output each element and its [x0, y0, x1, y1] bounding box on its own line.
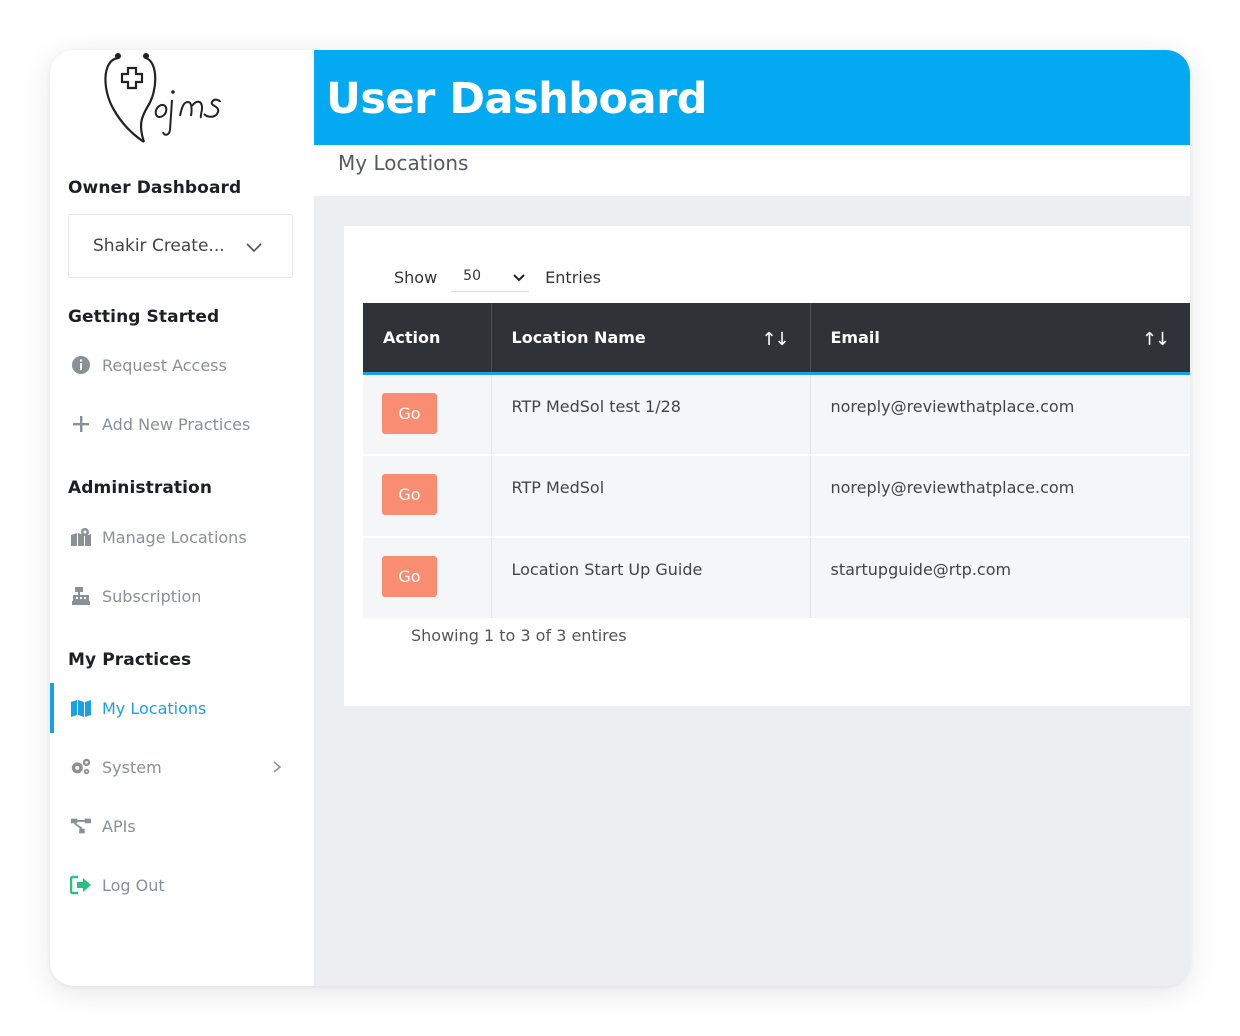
getting-started-title: Getting Started [68, 307, 220, 327]
location-name-cell: RTP MedSol [491, 455, 811, 538]
locations-card: Show 50 Entries Action Location Name ↑↓ … [344, 226, 1190, 706]
nav-my-locations[interactable]: My Locations [70, 693, 300, 723]
table-row: Go RTP MedSol noreply@reviewthatplace.co… [363, 455, 1190, 538]
nav-manage-locations[interactable]: Manage Locations [70, 522, 300, 552]
nav-subscription[interactable]: Subscription [70, 581, 300, 611]
nav-label: System [102, 757, 162, 777]
go-button[interactable]: Go [382, 474, 437, 515]
email-cell: noreply@reviewthatplace.com [810, 455, 1190, 538]
sign-out-icon [70, 874, 92, 896]
location-name-cell: Location Start Up Guide [491, 537, 811, 620]
map-marker-icon [70, 526, 92, 548]
cash-register-icon [70, 585, 92, 607]
entries-label: Entries [545, 267, 601, 287]
breadcrumb: My Locations [338, 151, 469, 175]
nav-add-new-practices[interactable]: Add New Practices [70, 409, 300, 439]
active-indicator [50, 683, 54, 733]
owner-select-value: Shakir Create... [93, 236, 225, 256]
nav-label: Log Out [102, 875, 165, 895]
nav-request-access[interactable]: Request Access [70, 350, 300, 380]
gears-icon [70, 756, 92, 778]
go-button[interactable]: Go [382, 392, 437, 434]
sitemap-icon [70, 815, 92, 837]
sort-icon[interactable]: ↑↓ [761, 329, 789, 350]
email-cell: startupguide@rtp.com [810, 537, 1190, 620]
page-title: User Dashboard [326, 74, 708, 124]
table-row: Go Location Start Up Guide startupguide@… [363, 537, 1190, 620]
nav-label: Subscription [102, 586, 202, 606]
nav-label: Request Access [102, 355, 227, 375]
entries-value: 50 [463, 268, 481, 284]
nav-system[interactable]: System [70, 752, 300, 782]
nav-log-out[interactable]: Log Out [70, 870, 300, 900]
app-window: Owner Dashboard Shakir Create... Getting… [50, 50, 1190, 986]
entries-select[interactable]: 50 [451, 262, 530, 292]
column-header-email[interactable]: Email ↑↓ [810, 303, 1190, 375]
locations-table-wrap: Action Location Name ↑↓ Email ↑↓ Go RTP … [363, 303, 1190, 620]
my-practices-title: My Practices [68, 650, 192, 670]
page-header: User Dashboard [314, 50, 1190, 145]
nav-label: Add New Practices [102, 414, 251, 434]
locations-table: Action Location Name ↑↓ Email ↑↓ Go RTP … [363, 303, 1190, 620]
logo [104, 53, 221, 143]
chevron-right-icon [273, 761, 282, 773]
nav-label: Manage Locations [102, 527, 247, 547]
administration-title: Administration [68, 478, 213, 498]
chevron-down-icon [513, 274, 525, 282]
show-label: Show [394, 267, 438, 287]
sidebar: Owner Dashboard Shakir Create... Getting… [50, 50, 314, 986]
table-row: Go RTP MedSol test 1/28 noreply@reviewth… [363, 373, 1190, 456]
column-header-action: Action [363, 303, 492, 375]
action-cell: Go [363, 455, 492, 538]
entries-control: Show 50 Entries [394, 262, 601, 292]
info-circle-icon [70, 354, 92, 376]
action-cell: Go [363, 373, 492, 456]
owner-dashboard-title: Owner Dashboard [68, 178, 242, 198]
breadcrumb-bar: My Locations [314, 145, 1190, 196]
email-cell: noreply@reviewthatplace.com [810, 373, 1190, 456]
nav-apis[interactable]: APIs [70, 811, 300, 841]
chevron-down-icon [246, 243, 262, 253]
nav-label: APIs [102, 816, 136, 836]
column-header-location-name[interactable]: Location Name ↑↓ [491, 303, 811, 375]
location-name-cell: RTP MedSol test 1/28 [491, 373, 811, 456]
plus-icon [70, 413, 92, 435]
table-info-text: Showing 1 to 3 of 3 entires [411, 626, 627, 645]
nav-label: My Locations [102, 698, 207, 718]
table-header-row: Action Location Name ↑↓ Email ↑↓ [363, 303, 1190, 375]
action-cell: Go [363, 537, 492, 620]
map-icon [70, 697, 92, 719]
go-button[interactable]: Go [382, 556, 437, 597]
sort-icon[interactable]: ↑↓ [1142, 329, 1170, 350]
owner-select[interactable]: Shakir Create... [68, 214, 293, 278]
